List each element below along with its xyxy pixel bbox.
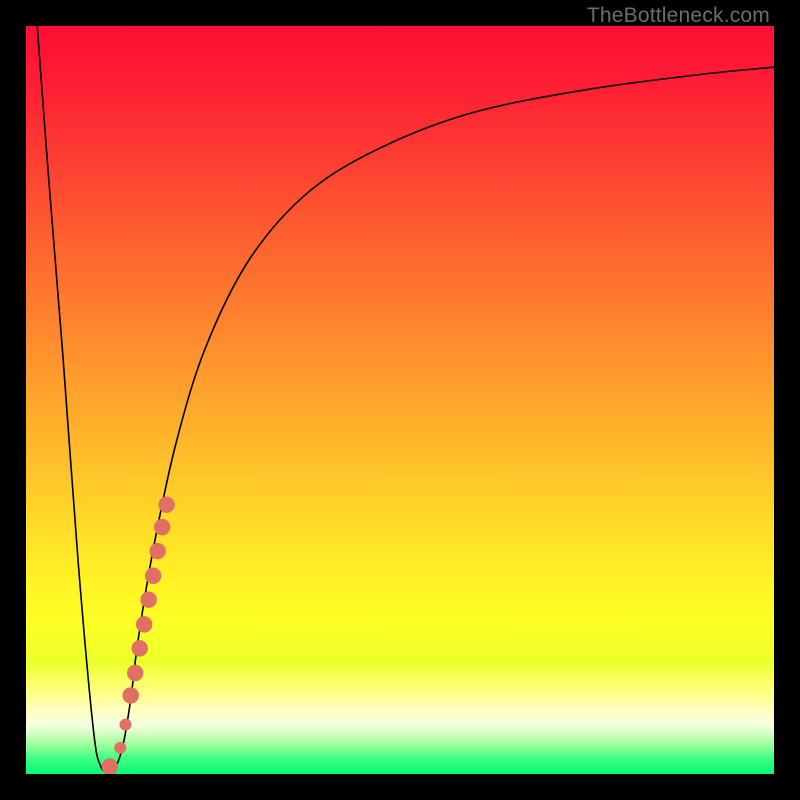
- curve-layer: [26, 26, 774, 774]
- curve-marker: [122, 687, 138, 703]
- plot-area: [26, 26, 774, 774]
- curve-marker: [158, 496, 174, 512]
- curve-marker: [149, 543, 165, 559]
- curve-marker: [136, 616, 152, 632]
- curve-marker: [131, 640, 147, 656]
- curve-marker: [127, 665, 143, 681]
- watermark-text: TheBottleneck.com: [587, 4, 770, 28]
- curve-marker: [140, 591, 156, 607]
- chart-frame: TheBottleneck.com: [0, 0, 800, 800]
- curve-marker: [114, 742, 126, 754]
- curve-marker: [120, 719, 132, 731]
- bottleneck-curve: [37, 26, 774, 771]
- curve-marker: [154, 519, 170, 535]
- curve-marker: [145, 568, 161, 584]
- curve-marker: [102, 758, 118, 774]
